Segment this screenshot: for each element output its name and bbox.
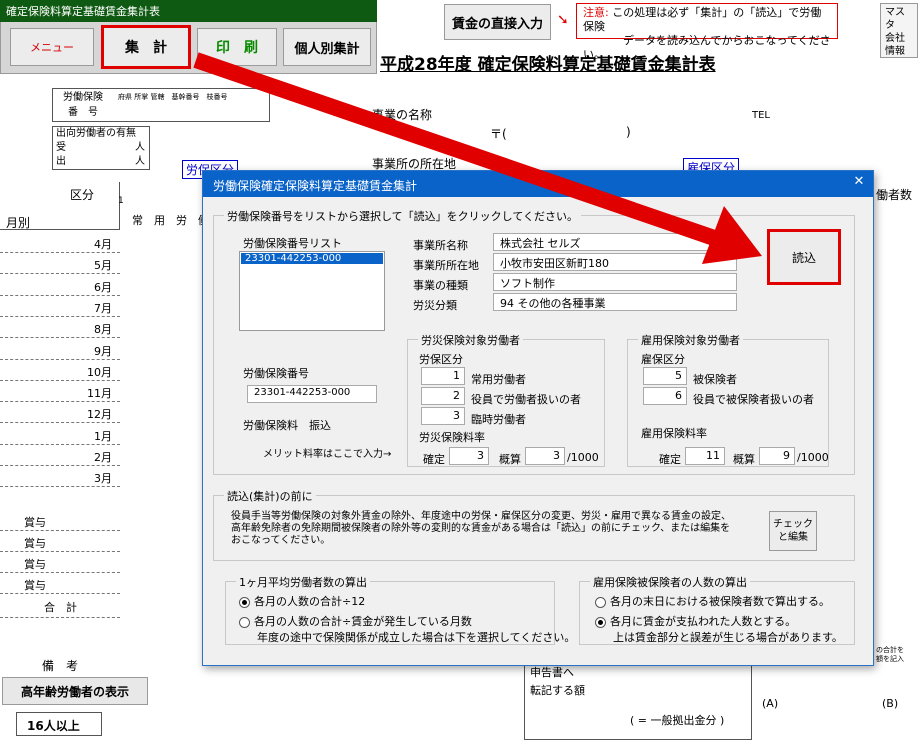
annotation-arrow [193, 52, 762, 264]
